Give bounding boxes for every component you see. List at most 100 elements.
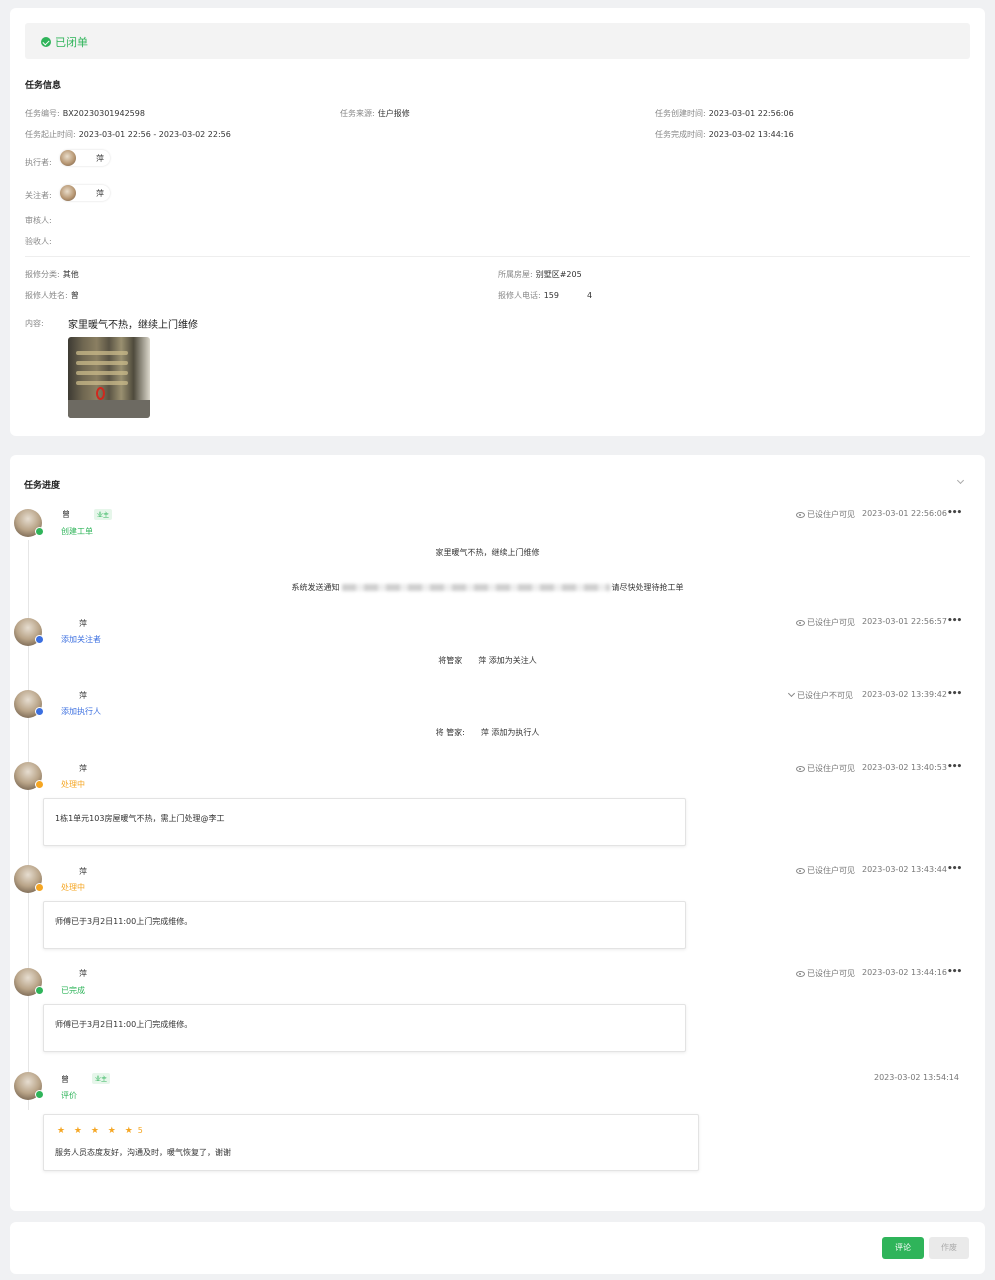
- entry-visibility[interactable]: 已设住户可见: [796, 763, 855, 774]
- task-info-card: 已闭单 任务信息 任务编号: BX20230301942598 任务来源: 住户报修…: [10, 8, 985, 436]
- eye-icon: [796, 511, 805, 518]
- reporter-label: 报修人姓名:: [25, 291, 68, 300]
- visibility-text: 已设住户可见: [807, 510, 855, 519]
- entry-time: 2023-03-02 13:40:53: [862, 763, 947, 772]
- status-dot: [35, 1090, 44, 1099]
- divider: [25, 256, 970, 257]
- eye-icon: [796, 867, 805, 874]
- review-box: ★ ★ ★ ★ ★ 5 服务人员态度友好，沟通及时，暖气恢复了，谢谢: [43, 1114, 699, 1171]
- entry-action: 添加执行人: [61, 707, 101, 716]
- phone-label: 报修人电话:: [498, 291, 541, 300]
- reviewer-label: 审核人:: [25, 216, 52, 225]
- eye-icon: [796, 619, 805, 626]
- created-field: 任务创建时间: 2023-03-01 22:56:06: [655, 108, 794, 119]
- photo-detail: [76, 371, 128, 375]
- entry-visibility[interactable]: 已设住户不可见: [787, 689, 853, 701]
- status-dot: [35, 707, 44, 716]
- photo-detail: [76, 361, 128, 365]
- executor-label: 执行者:: [25, 158, 52, 167]
- more-icon[interactable]: •••: [947, 689, 962, 699]
- content-text: 家里暖气不热，继续上门维修: [68, 320, 198, 331]
- owner-tag: 业主: [94, 509, 113, 520]
- status-dot: [35, 780, 44, 789]
- eye-icon: [796, 970, 805, 977]
- phone-value-end: 4: [586, 291, 593, 300]
- entry-action: 评价: [61, 1091, 77, 1100]
- source-field: 任务来源: 住户报修: [340, 108, 410, 119]
- more-icon[interactable]: •••: [947, 864, 962, 874]
- entry-time: 2023-03-02 13:54:14: [874, 1073, 959, 1082]
- entry-body: 将 管家: 萍 添加为执行人: [435, 728, 540, 737]
- category-value: 其他: [62, 270, 79, 279]
- visibility-text: 已设住户不可见: [797, 691, 853, 700]
- entry-body: 将管家 萍 添加为关注人: [438, 656, 537, 665]
- acceptor-label: 验收人:: [25, 237, 52, 246]
- source-label: 任务来源:: [340, 109, 375, 118]
- more-icon[interactable]: •••: [947, 616, 962, 626]
- executor-chip[interactable]: 萍: [60, 150, 110, 166]
- entry-action: 已完成: [61, 986, 85, 995]
- entry-body: 师傅已于3月2日11:00上门完成维修。: [55, 917, 193, 926]
- notification-start: 系统发送通知: [291, 583, 340, 592]
- task-no-field: 任务编号: BX20230301942598: [25, 108, 145, 119]
- avatar: [60, 150, 76, 166]
- visibility-text: 已设住户可见: [807, 764, 855, 773]
- notification-end: 请尽快处理待抢工单: [611, 583, 684, 592]
- attachment-photo[interactable]: [68, 337, 150, 418]
- rating: ★ ★ ★ ★ ★ 5: [57, 1126, 143, 1136]
- entry-body: 服务人员态度友好，沟通及时，暖气恢复了，谢谢: [55, 1148, 231, 1157]
- follower-chip[interactable]: 萍: [60, 185, 110, 201]
- star-icons: ★ ★ ★ ★ ★: [57, 1126, 136, 1136]
- entry-user: 萍: [79, 619, 87, 628]
- redacted-block: [341, 584, 610, 591]
- comment-box: 师傅已于3月2日11:00上门完成维修。: [43, 1004, 686, 1052]
- task-no-value: BX20230301942598: [62, 109, 145, 118]
- void-button[interactable]: 作废: [929, 1237, 969, 1259]
- entry-body: 师傅已于3月2日11:00上门完成维修。: [55, 1020, 193, 1029]
- entry-visibility[interactable]: 已设住户可见: [796, 968, 855, 979]
- finished-value: 2023-03-02 13:44:16: [708, 130, 794, 139]
- entry-body: 家里暖气不热，继续上门维修: [435, 548, 540, 557]
- entry-user: 曾: [61, 1075, 69, 1084]
- status-dot: [35, 635, 44, 644]
- comment-button[interactable]: 评论: [882, 1237, 924, 1259]
- comment-box: 1栋1单元103房屋暖气不热，需上门处理@李工: [43, 798, 686, 846]
- entry-body: 1栋1单元103房屋暖气不热，需上门处理@李工: [55, 814, 225, 823]
- house-label: 所属房屋:: [498, 270, 533, 279]
- executor-name: 萍: [96, 153, 104, 163]
- follower-name: 萍: [96, 188, 104, 198]
- phone-field: 报修人电话: 159 4: [498, 290, 592, 301]
- source-value: 住户报修: [377, 109, 410, 118]
- visibility-text: 已设住户可见: [807, 866, 855, 875]
- photo-detail: [76, 381, 128, 385]
- more-icon[interactable]: •••: [947, 762, 962, 772]
- status-dot: [35, 527, 44, 536]
- period-value: 2023-03-01 22:56 - 2023-03-02 22:56: [78, 130, 231, 139]
- entry-visibility[interactable]: 已设住户可见: [796, 509, 855, 520]
- chevron-down-icon[interactable]: [956, 476, 965, 485]
- more-icon[interactable]: •••: [947, 967, 962, 977]
- entry-user: 萍: [79, 764, 87, 773]
- status-label: 已闭单: [55, 36, 88, 49]
- owner-tag: 业主: [92, 1073, 111, 1084]
- entry-visibility[interactable]: 已设住户可见: [796, 865, 855, 876]
- status-dot: [35, 883, 44, 892]
- status-banner: 已闭单: [25, 23, 970, 59]
- entry-visibility[interactable]: 已设住户可见: [796, 617, 855, 628]
- entry-action: 处理中: [61, 883, 85, 892]
- section-title: 任务信息: [25, 81, 62, 91]
- entry-time: 2023-03-02 13:43:44: [862, 865, 947, 874]
- house-value: 别墅区#205: [535, 270, 582, 279]
- content-label: 内容:: [25, 319, 44, 328]
- action-bar: 评论 作废: [10, 1222, 985, 1274]
- entry-action: 处理中: [61, 780, 85, 789]
- finished-label: 任务完成时间:: [655, 130, 706, 139]
- phone-value-start: 159: [543, 291, 559, 300]
- eye-off-icon: [787, 689, 796, 698]
- period-field: 任务起止时间: 2023-03-01 22:56 - 2023-03-02 22:…: [25, 129, 231, 140]
- entry-user: 萍: [79, 691, 87, 700]
- more-icon[interactable]: •••: [947, 508, 962, 518]
- house-field: 所属房屋: 别墅区#205: [498, 269, 582, 280]
- entry-time: 2023-03-01 22:56:57: [862, 617, 947, 626]
- entry-user: 曾: [62, 510, 70, 519]
